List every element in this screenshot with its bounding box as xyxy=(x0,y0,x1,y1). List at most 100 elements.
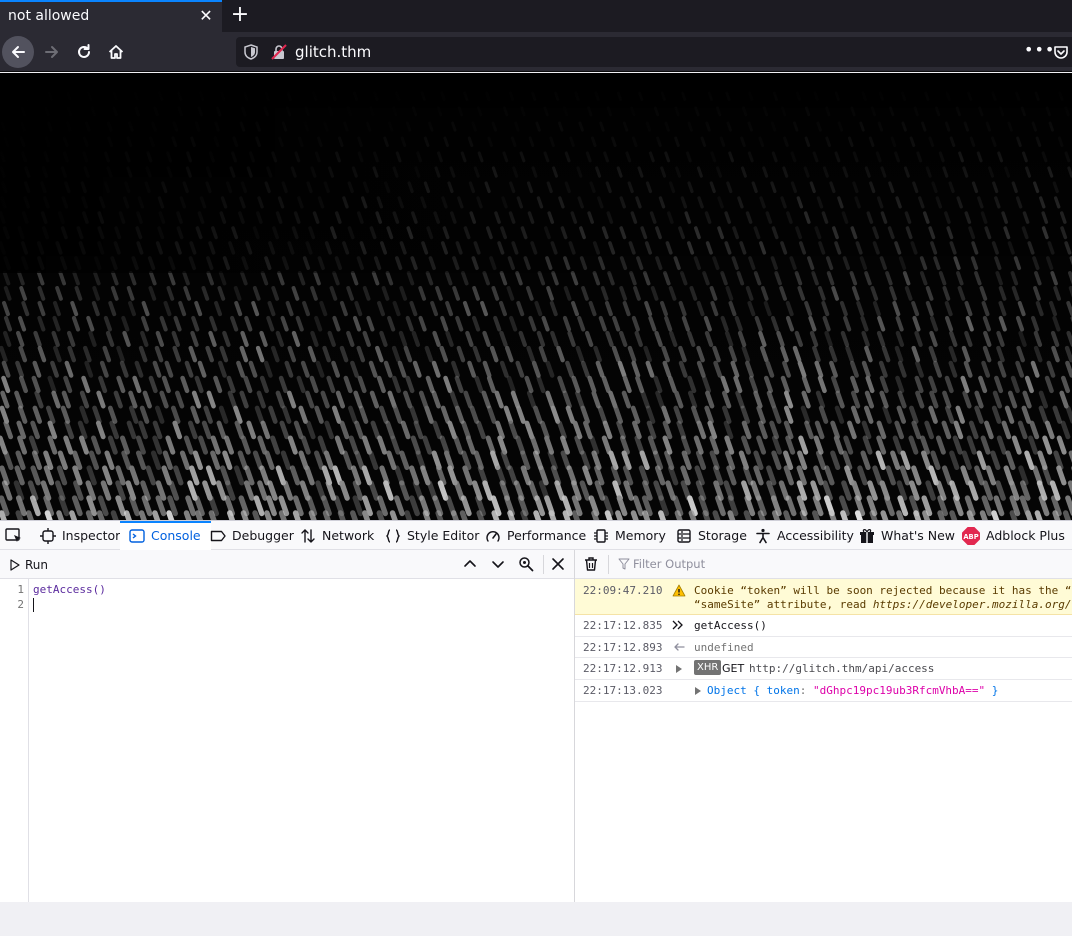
memory-icon xyxy=(594,528,608,543)
tab-accessibility[interactable]: Accessibility xyxy=(755,521,854,550)
console-editor-pane[interactable]: Run 1 2 getAccess() xyxy=(0,550,575,903)
toolbar-divider xyxy=(608,555,609,574)
glitch-background-image xyxy=(0,73,1072,520)
tab-label: Style Editor xyxy=(407,528,480,543)
tab-label: What's New xyxy=(881,528,956,543)
browser-window: not allowed ✕ + glitch.thm ••• Inspector… xyxy=(0,0,1072,936)
performance-icon xyxy=(486,530,500,542)
line-number-gutter: 1 2 xyxy=(0,579,29,903)
chevron-up-icon[interactable] xyxy=(462,556,478,572)
tab-adblock-plus[interactable]: ABP Adblock Plus xyxy=(962,521,1065,550)
xhr-badge: XHR xyxy=(694,660,722,675)
console-input-row: 22:17:12.835 getAccess() xyxy=(575,615,1072,637)
timestamp: 22:17:13.023 xyxy=(583,684,663,697)
tab-label: Debugger xyxy=(232,528,294,543)
pocket-icon[interactable] xyxy=(1052,43,1070,61)
insecure-lock-icon[interactable] xyxy=(270,43,288,61)
storage-icon xyxy=(677,528,691,543)
tab-label: Storage xyxy=(698,528,747,543)
style-editor-icon xyxy=(386,528,400,543)
warning-icon xyxy=(672,584,686,597)
page-actions-icon[interactable]: ••• xyxy=(1024,40,1055,59)
tab-title: not allowed xyxy=(8,8,90,24)
console-icon xyxy=(129,528,145,543)
warning-link[interactable]: https://developer.mozilla.org/ xyxy=(873,598,1072,611)
abp-icon: ABP xyxy=(962,526,980,545)
console-warning-row[interactable]: 22:09:47.210 Cookie “token” will be soon… xyxy=(575,579,1072,615)
tab-label: Console xyxy=(151,528,201,543)
close-tab-icon[interactable]: ✕ xyxy=(196,6,216,26)
text-cursor xyxy=(33,598,34,612)
xhr-method: GET xyxy=(722,662,745,675)
tab-network[interactable]: Network xyxy=(300,521,374,550)
tab-inspector[interactable]: Inspector xyxy=(40,521,120,550)
timestamp: 22:17:12.913 xyxy=(583,662,663,675)
timestamp: 22:17:12.893 xyxy=(583,641,663,654)
result-arrow-icon xyxy=(674,643,685,651)
tab-whats-new[interactable]: What's New xyxy=(859,521,955,550)
console-xhr-row[interactable]: 22:17:12.913 XHR GET http://glitch.thm/a… xyxy=(575,658,1072,680)
warning-text-continued: “sameSite” attribute, read https://devel… xyxy=(694,598,1072,611)
tab-label: Accessibility xyxy=(777,528,854,543)
devtools-toolbar: Inspector Console Debugger Network Style… xyxy=(0,521,1072,550)
devtools-panel: Inspector Console Debugger Network Style… xyxy=(0,520,1072,903)
tab-label: Network xyxy=(322,528,375,543)
object-close: } xyxy=(985,684,999,697)
url-text[interactable]: glitch.thm xyxy=(295,43,371,61)
object-open: Object { xyxy=(707,684,767,697)
expand-triangle-icon[interactable] xyxy=(695,687,701,695)
object-token-value: "dGhpc19pc19ub3RfcmVhbA==" xyxy=(812,684,986,697)
editor-toolbar: Run xyxy=(0,550,574,579)
navigation-bar: glitch.thm ••• xyxy=(0,32,1072,72)
filter-output-input[interactable]: Filter Output xyxy=(633,557,705,571)
close-icon[interactable] xyxy=(550,556,566,572)
code-line[interactable]: getAccess() xyxy=(33,583,106,596)
shield-icon[interactable] xyxy=(242,43,260,61)
toolbar-divider xyxy=(543,555,544,574)
reverse-search-icon[interactable] xyxy=(518,556,534,572)
tab-active[interactable]: not allowed ✕ xyxy=(0,0,222,32)
console-toolbar: Filter Output xyxy=(575,550,1072,579)
tab-style-editor[interactable]: Style Editor xyxy=(385,521,479,550)
home-icon xyxy=(108,45,124,59)
forward-button[interactable] xyxy=(36,36,68,68)
url-bar[interactable]: glitch.thm ••• xyxy=(236,37,1072,67)
tab-performance[interactable]: Performance xyxy=(485,521,586,550)
object-preview[interactable]: Object { token: "dGhpc19pc19ub3RfcmVhbA=… xyxy=(707,684,998,697)
gift-icon xyxy=(860,528,874,543)
inspector-icon xyxy=(40,527,56,544)
line-number: 1 xyxy=(17,583,24,596)
console-object-row[interactable]: 22:17:13.023 Object { token: "dGhpc19pc1… xyxy=(575,680,1072,702)
result-text: undefined xyxy=(694,641,754,654)
tab-label: Inspector xyxy=(62,528,121,543)
tab-storage[interactable]: Storage xyxy=(676,521,747,550)
page-viewport xyxy=(0,73,1072,520)
warning-text: Cookie “token” will be soon rejected bec… xyxy=(694,584,1072,597)
xhr-url[interactable]: http://glitch.thm/api/access xyxy=(749,662,934,675)
object-colon: : xyxy=(799,684,813,697)
object-key: token xyxy=(766,684,800,697)
run-button[interactable]: Run xyxy=(10,555,48,575)
tab-label: Performance xyxy=(507,528,587,543)
back-arrow-icon xyxy=(12,46,25,58)
tab-console[interactable]: Console xyxy=(120,521,211,550)
new-tab-icon[interactable]: + xyxy=(228,2,252,28)
back-button[interactable] xyxy=(2,36,34,68)
console-output-pane: Filter Output 22:09:47.210 Cookie “token… xyxy=(575,550,1072,903)
tab-memory[interactable]: Memory xyxy=(593,521,666,550)
forward-arrow-icon xyxy=(45,46,58,58)
home-button[interactable] xyxy=(100,36,132,68)
trash-icon[interactable] xyxy=(583,556,599,572)
tab-strip: not allowed ✕ + xyxy=(0,0,1072,32)
chevron-down-icon[interactable] xyxy=(490,556,506,572)
element-picker-icon[interactable] xyxy=(4,526,24,546)
expand-triangle-icon[interactable] xyxy=(676,665,682,673)
tab-debugger[interactable]: Debugger xyxy=(210,521,294,550)
network-icon xyxy=(301,528,315,543)
tab-label: Memory xyxy=(615,528,666,543)
reload-icon xyxy=(78,44,90,58)
filter-icon xyxy=(618,558,630,570)
run-label: Run xyxy=(25,558,49,572)
debugger-icon xyxy=(210,530,226,541)
reload-button[interactable] xyxy=(68,36,100,68)
